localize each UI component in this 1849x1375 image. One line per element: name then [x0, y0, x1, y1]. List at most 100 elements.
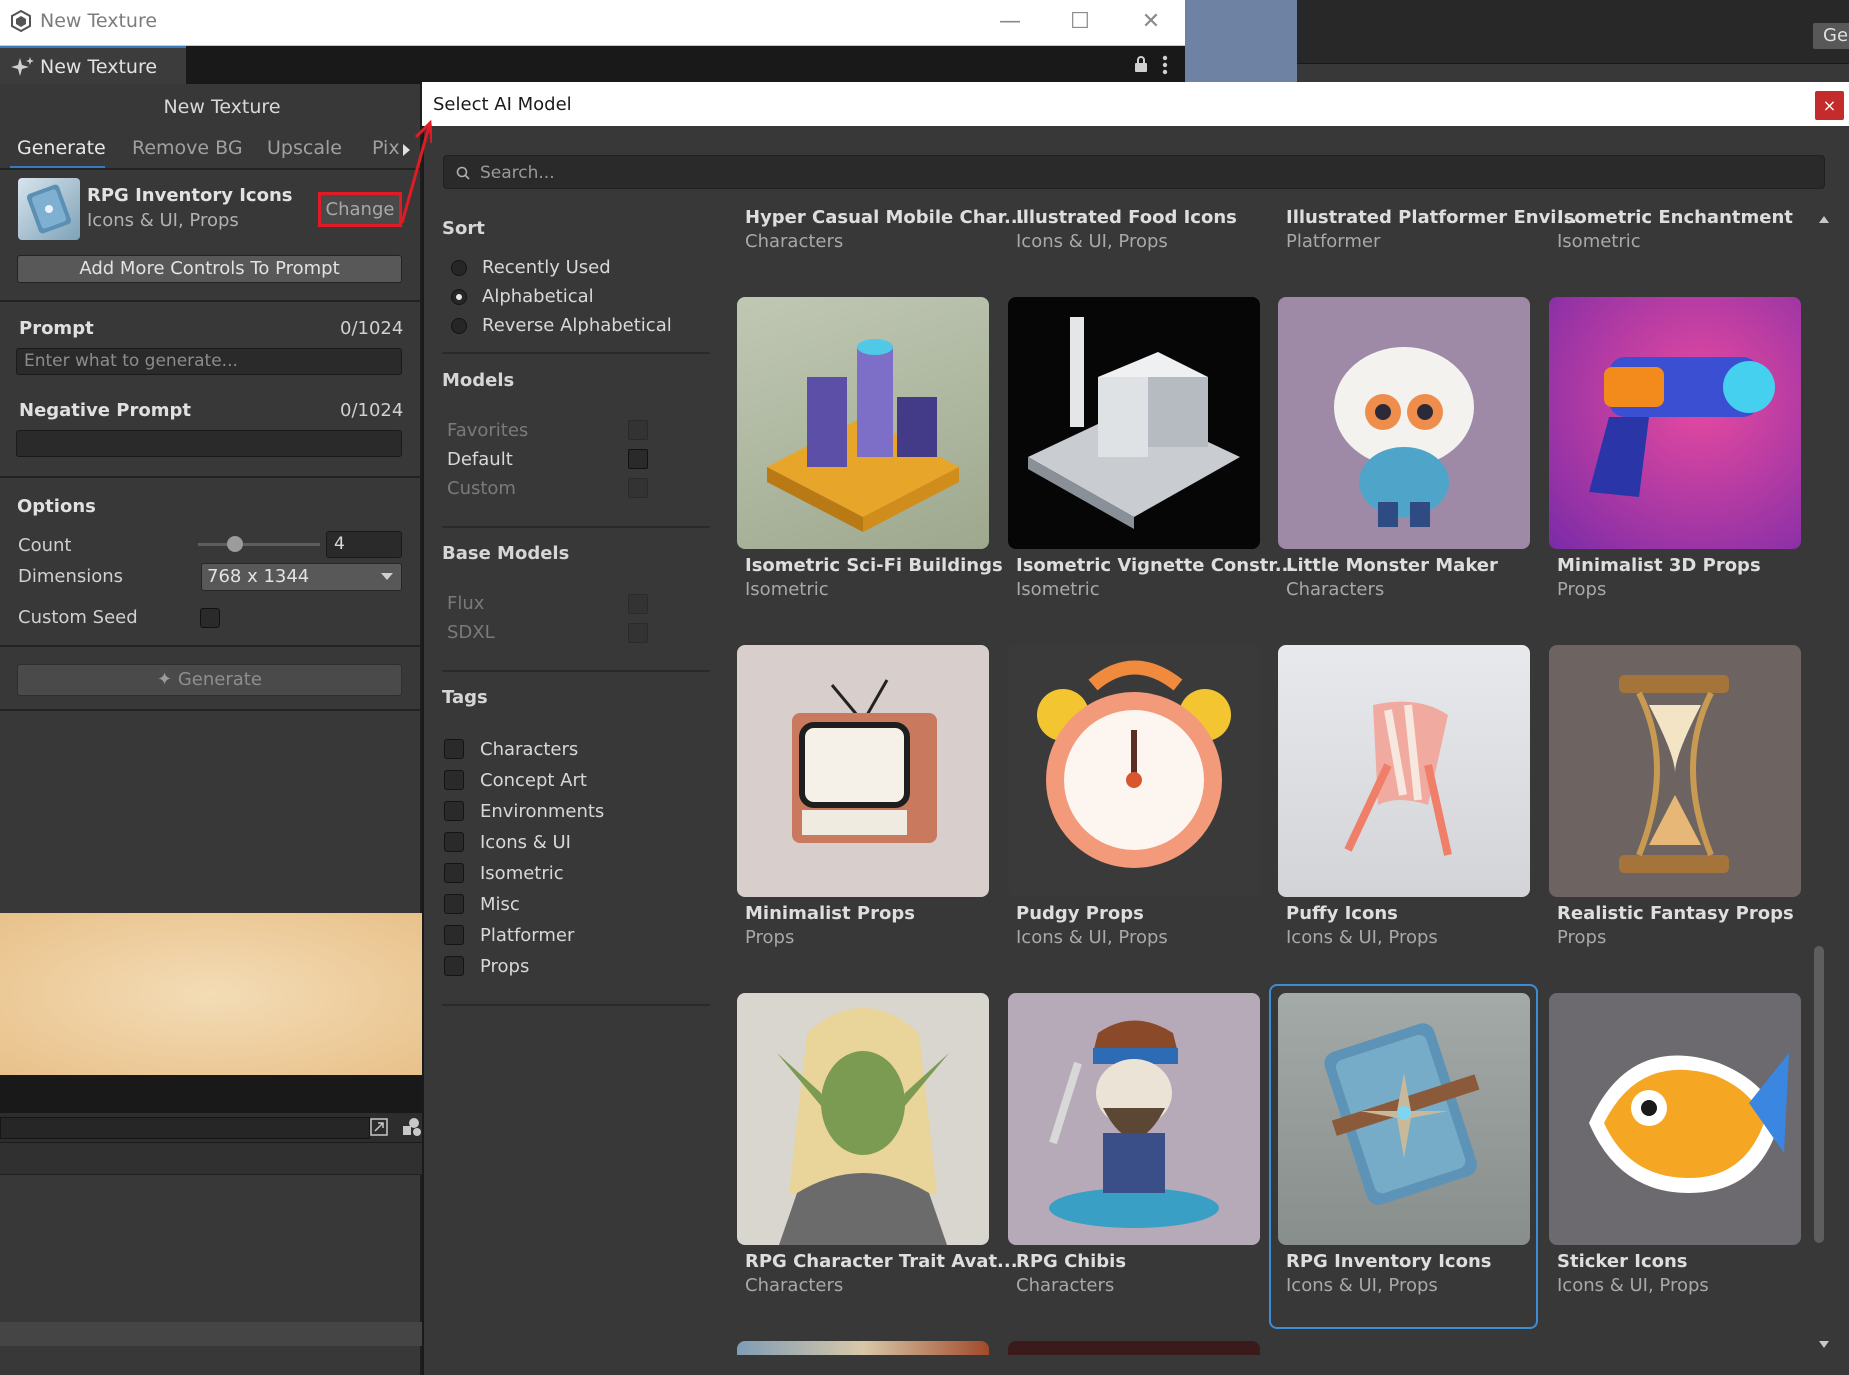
tags-header: Tags	[442, 687, 488, 708]
base-model-sdxl-checkbox[interactable]	[628, 623, 648, 643]
model-card-name[interactable]: Sticker Icons	[1557, 1251, 1688, 1272]
divider	[442, 352, 710, 354]
close-button[interactable]: ✕	[1131, 8, 1171, 36]
model-card-image[interactable]	[1008, 993, 1260, 1245]
more-options-icon[interactable]	[1162, 54, 1168, 76]
sparkle-icon	[11, 57, 34, 76]
model-card-name[interactable]: Isometric Enchantment	[1557, 207, 1793, 228]
model-card-image[interactable]	[1008, 297, 1260, 549]
model-card-category: Icons & UI, Props	[1557, 1275, 1709, 1296]
count-slider-handle[interactable]	[226, 536, 243, 552]
model-card-image[interactable]	[737, 993, 989, 1245]
models-favorites-checkbox[interactable]	[628, 420, 648, 440]
search-input[interactable]	[443, 155, 1825, 189]
dialog-title: Select AI Model	[433, 94, 572, 115]
divider	[442, 1004, 710, 1006]
model-card-name[interactable]: Minimalist 3D Props	[1557, 555, 1761, 576]
sort-radio-alphabetical[interactable]	[451, 289, 467, 305]
models-custom-checkbox[interactable]	[628, 478, 648, 498]
sort-radio-reverse-alphabetical[interactable]	[451, 318, 467, 334]
tag-platformer-checkbox[interactable]	[444, 925, 464, 945]
tag-icons-ui-checkbox[interactable]	[444, 832, 464, 852]
model-card-name[interactable]: Isometric Vignette Constr...	[1016, 555, 1295, 576]
expand-icon[interactable]	[370, 1118, 388, 1136]
generate-button[interactable]: ✦ Generate	[17, 664, 402, 696]
model-card-name[interactable]: Realistic Fantasy Props	[1557, 903, 1794, 924]
sort-radio-recently-used[interactable]	[451, 260, 467, 276]
tag-concept-art-checkbox[interactable]	[444, 770, 464, 790]
annotation-arrow-icon	[400, 119, 432, 224]
models-favorites-label: Favorites	[447, 420, 529, 441]
model-card-name[interactable]: Puffy Icons	[1286, 903, 1398, 924]
model-card-name[interactable]: RPG Character Trait Avat...	[745, 1251, 1018, 1272]
models-header: Models	[442, 370, 515, 391]
model-card-category: Props	[745, 927, 795, 948]
inspector-toolbar	[1297, 0, 1849, 64]
models-default-checkbox[interactable]	[628, 449, 648, 469]
model-card-image[interactable]	[1549, 993, 1801, 1245]
asset-field[interactable]	[0, 1117, 370, 1139]
negative-prompt-input[interactable]	[16, 430, 402, 457]
window-title: New Texture	[40, 10, 158, 32]
tag-props-checkbox[interactable]	[444, 956, 464, 976]
custom-seed-checkbox[interactable]	[200, 608, 220, 628]
model-card-name[interactable]: Minimalist Props	[745, 903, 915, 924]
base-model-flux-checkbox[interactable]	[628, 594, 648, 614]
model-card-name[interactable]: Isometric Sci-Fi Buildings	[745, 555, 1003, 576]
model-card-name[interactable]: Little Monster Maker	[1286, 555, 1498, 576]
maximize-button[interactable]: ☐	[1060, 8, 1100, 36]
tag-label: Concept Art	[480, 770, 587, 791]
model-card-category: Characters	[745, 231, 844, 252]
prompt-input[interactable]: Enter what to generate...	[16, 348, 402, 375]
dialog-close-button[interactable]: ×	[1815, 91, 1844, 120]
tag-misc-checkbox[interactable]	[444, 894, 464, 914]
count-slider-track[interactable]	[198, 543, 320, 546]
tab-remove-bg[interactable]: Remove BG	[132, 137, 243, 159]
tag-environments-checkbox[interactable]	[444, 801, 464, 821]
sort-option-label[interactable]: Alphabetical	[482, 286, 594, 307]
scene-view-strip	[1185, 0, 1297, 82]
tag-characters-checkbox[interactable]	[444, 739, 464, 759]
model-card-image[interactable]	[1549, 645, 1801, 897]
shapes-icon[interactable]	[402, 1117, 422, 1137]
model-card-image[interactable]	[1008, 645, 1260, 897]
models-custom-label: Custom	[447, 478, 516, 499]
dimensions-dropdown[interactable]: 768 x 1344	[201, 563, 402, 591]
horizontal-scrollbar[interactable]	[0, 1322, 422, 1346]
model-card-name[interactable]: Hyper Casual Mobile Char...	[745, 207, 1024, 228]
tab-generate[interactable]: Generate	[17, 137, 106, 159]
generate-tab-button[interactable]: Ger	[1812, 22, 1849, 50]
model-name: RPG Inventory Icons	[87, 185, 293, 206]
tag-isometric-checkbox[interactable]	[444, 863, 464, 883]
model-card-image[interactable]	[1278, 297, 1530, 549]
base-model-sdxl-label: SDXL	[447, 622, 495, 643]
count-field[interactable]: 4	[326, 531, 402, 558]
sparkle-icon: ✦	[157, 669, 178, 690]
model-card-image[interactable]	[737, 1341, 989, 1355]
tag-label: Icons & UI	[480, 832, 571, 853]
scroll-down-icon[interactable]	[1819, 1341, 1829, 1348]
minimize-button[interactable]: —	[990, 8, 1030, 36]
model-card-category: Characters	[1286, 579, 1385, 600]
tab-upscale[interactable]: Upscale	[267, 137, 342, 159]
sort-option-label[interactable]: Recently Used	[482, 257, 611, 278]
model-card-name[interactable]: RPG Chibis	[1016, 1251, 1126, 1272]
model-card-image[interactable]	[1278, 645, 1530, 897]
custom-seed-label: Custom Seed	[18, 607, 138, 628]
model-card-image[interactable]	[1549, 297, 1801, 549]
model-card-image[interactable]	[1008, 1341, 1260, 1355]
vertical-scrollbar[interactable]	[1814, 946, 1824, 1243]
model-card-name[interactable]: Pudgy Props	[1016, 903, 1144, 924]
model-card-image[interactable]	[737, 645, 989, 897]
model-card-name[interactable]: Illustrated Food Icons	[1016, 207, 1237, 228]
model-card-image[interactable]	[737, 297, 989, 549]
sort-option-label[interactable]: Reverse Alphabetical	[482, 315, 672, 336]
divider	[442, 526, 710, 528]
model-card-category: Isometric	[1016, 579, 1100, 600]
scroll-up-icon[interactable]	[1819, 216, 1829, 223]
lock-icon[interactable]	[1134, 56, 1148, 72]
model-card-name[interactable]: Illustrated Platformer Envi...	[1286, 207, 1577, 228]
add-more-controls-button[interactable]: Add More Controls To Prompt	[17, 255, 402, 283]
base-models-header: Base Models	[442, 543, 570, 564]
tag-label: Isometric	[480, 863, 564, 884]
